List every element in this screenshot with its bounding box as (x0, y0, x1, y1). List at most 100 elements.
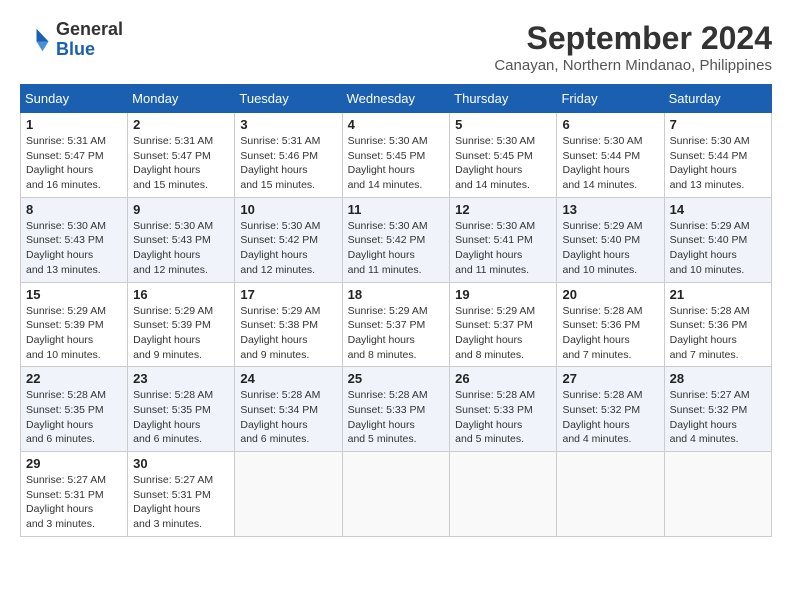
day-number: 19 (455, 287, 551, 302)
weekday-header-row: SundayMondayTuesdayWednesdayThursdayFrid… (21, 85, 772, 113)
day-number: 11 (348, 202, 445, 217)
day-number: 10 (240, 202, 336, 217)
calendar-cell: 15 Sunrise: 5:29 AMSunset: 5:39 PMDayligh… (21, 282, 128, 367)
day-number: 26 (455, 371, 551, 386)
day-info: Sunrise: 5:28 AMSunset: 5:33 PMDaylight … (348, 388, 445, 447)
day-number: 28 (670, 371, 766, 386)
day-info: Sunrise: 5:29 AMSunset: 5:37 PMDaylight … (455, 304, 551, 363)
day-info: Sunrise: 5:30 AMSunset: 5:42 PMDaylight … (348, 219, 445, 278)
day-number: 29 (26, 456, 122, 471)
day-number: 4 (348, 117, 445, 132)
calendar-cell: 9Sunrise: 5:30 AMSunset: 5:43 PMDaylight… (128, 197, 235, 282)
day-info: Sunrise: 5:28 AMSunset: 5:35 PMDaylight … (133, 388, 229, 447)
calendar-cell (235, 452, 342, 537)
day-number: 21 (670, 287, 766, 302)
day-number: 14 (670, 202, 766, 217)
calendar-cell: 22Sunrise: 5:28 AMSunset: 5:35 PMDayligh… (21, 367, 128, 452)
calendar-cell: 6 Sunrise: 5:30 AMSunset: 5:44 PMDaylight… (557, 113, 664, 198)
calendar-cell: 3 Sunrise: 5:31 AMSunset: 5:46 PMDaylight… (235, 113, 342, 198)
calendar-cell (342, 452, 450, 537)
day-info: Sunrise: 5:30 AMSunset: 5:45 PMDaylight … (348, 134, 445, 193)
day-number: 5 (455, 117, 551, 132)
day-number: 1 (26, 117, 122, 132)
weekday-header: Tuesday (235, 85, 342, 113)
calendar-cell: 25Sunrise: 5:28 AMSunset: 5:33 PMDayligh… (342, 367, 450, 452)
month-title: September 2024 (494, 20, 772, 57)
calendar-cell: 30 Sunrise: 5:27 AMSunset: 5:31 PMDayligh… (128, 452, 235, 537)
day-number: 30 (133, 456, 229, 471)
calendar-cell: 29 Sunrise: 5:27 AMSunset: 5:31 PMDayligh… (21, 452, 128, 537)
page-header: General Blue September 2024 Canayan, Nor… (20, 20, 772, 74)
day-number: 15 (26, 287, 122, 302)
weekday-header: Wednesday (342, 85, 450, 113)
day-number: 13 (562, 202, 658, 217)
day-info: Sunrise: 5:30 AMSunset: 5:44 PMDaylight … (562, 134, 658, 193)
day-number: 27 (562, 371, 658, 386)
day-info: Sunrise: 5:29 AMSunset: 5:39 PMDaylight … (26, 304, 122, 363)
calendar-table: SundayMondayTuesdayWednesdayThursdayFrid… (20, 84, 772, 537)
day-info: Sunrise: 5:28 AMSunset: 5:35 PMDaylight … (26, 388, 122, 447)
day-number: 17 (240, 287, 336, 302)
day-info: Sunrise: 5:28 AMSunset: 5:33 PMDaylight … (455, 388, 551, 447)
calendar-cell (664, 452, 771, 537)
day-info: Sunrise: 5:28 AMSunset: 5:36 PMDaylight … (562, 304, 658, 363)
calendar-week-row: 29 Sunrise: 5:27 AMSunset: 5:31 PMDayligh… (21, 452, 772, 537)
calendar-cell: 24 Sunrise: 5:28 AMSunset: 5:34 PMDayligh… (235, 367, 342, 452)
weekday-header: Saturday (664, 85, 771, 113)
calendar-cell: 17 Sunrise: 5:29 AMSunset: 5:38 PMDayligh… (235, 282, 342, 367)
day-number: 6 (562, 117, 658, 132)
day-info: Sunrise: 5:27 AMSunset: 5:32 PMDaylight … (670, 388, 766, 447)
day-info: Sunrise: 5:30 AMSunset: 5:42 PMDaylight … (240, 219, 336, 278)
calendar-cell (557, 452, 664, 537)
calendar-week-row: 1 Sunrise: 5:31 AMSunset: 5:47 PMDaylight… (21, 113, 772, 198)
logo-icon (20, 25, 50, 55)
day-info: Sunrise: 5:27 AMSunset: 5:31 PMDaylight … (133, 473, 229, 532)
day-info: Sunrise: 5:30 AMSunset: 5:41 PMDaylight … (455, 219, 551, 278)
day-info: Sunrise: 5:31 AMSunset: 5:46 PMDaylight … (240, 134, 336, 193)
calendar-cell: 21 Sunrise: 5:28 AMSunset: 5:36 PMDayligh… (664, 282, 771, 367)
calendar-cell: 2 Sunrise: 5:31 AMSunset: 5:47 PMDaylight… (128, 113, 235, 198)
calendar-cell: 5 Sunrise: 5:30 AMSunset: 5:45 PMDaylight… (450, 113, 557, 198)
calendar-cell: 23 Sunrise: 5:28 AMSunset: 5:35 PMDayligh… (128, 367, 235, 452)
calendar-cell: 19 Sunrise: 5:29 AMSunset: 5:37 PMDayligh… (450, 282, 557, 367)
day-number: 18 (348, 287, 445, 302)
calendar-cell: 20 Sunrise: 5:28 AMSunset: 5:36 PMDayligh… (557, 282, 664, 367)
logo-line1: General (56, 20, 123, 40)
day-info: Sunrise: 5:31 AMSunset: 5:47 PMDaylight … (26, 134, 122, 193)
day-number: 24 (240, 371, 336, 386)
title-area: September 2024 Canayan, Northern Mindana… (494, 20, 772, 74)
day-info: Sunrise: 5:29 AMSunset: 5:37 PMDaylight … (348, 304, 445, 363)
day-info: Sunrise: 5:30 AMSunset: 5:43 PMDaylight … (26, 219, 122, 278)
day-number: 3 (240, 117, 336, 132)
calendar-cell (450, 452, 557, 537)
day-number: 8 (26, 202, 122, 217)
day-info: Sunrise: 5:29 AMSunset: 5:40 PMDaylight … (562, 219, 658, 278)
day-number: 2 (133, 117, 229, 132)
calendar-cell: 11 Sunrise: 5:30 AMSunset: 5:42 PMDayligh… (342, 197, 450, 282)
calendar-cell: 7 Sunrise: 5:30 AMSunset: 5:44 PMDaylight… (664, 113, 771, 198)
day-info: Sunrise: 5:30 AMSunset: 5:45 PMDaylight … (455, 134, 551, 193)
day-info: Sunrise: 5:31 AMSunset: 5:47 PMDaylight … (133, 134, 229, 193)
calendar-cell: 26 Sunrise: 5:28 AMSunset: 5:33 PMDayligh… (450, 367, 557, 452)
day-info: Sunrise: 5:30 AMSunset: 5:44 PMDaylight … (670, 134, 766, 193)
day-info: Sunrise: 5:27 AMSunset: 5:31 PMDaylight … (26, 473, 122, 532)
day-number: 7 (670, 117, 766, 132)
weekday-header: Sunday (21, 85, 128, 113)
day-number: 20 (562, 287, 658, 302)
day-number: 23 (133, 371, 229, 386)
day-info: Sunrise: 5:28 AMSunset: 5:36 PMDaylight … (670, 304, 766, 363)
calendar-week-row: 22Sunrise: 5:28 AMSunset: 5:35 PMDayligh… (21, 367, 772, 452)
calendar-cell: 14Sunrise: 5:29 AMSunset: 5:40 PMDayligh… (664, 197, 771, 282)
calendar-cell: 18 Sunrise: 5:29 AMSunset: 5:37 PMDayligh… (342, 282, 450, 367)
weekday-header: Monday (128, 85, 235, 113)
calendar-cell: 27Sunrise: 5:28 AMSunset: 5:32 PMDayligh… (557, 367, 664, 452)
calendar-cell: 10 Sunrise: 5:30 AMSunset: 5:42 PMDayligh… (235, 197, 342, 282)
day-info: Sunrise: 5:28 AMSunset: 5:34 PMDaylight … (240, 388, 336, 447)
day-info: Sunrise: 5:30 AMSunset: 5:43 PMDaylight … (133, 219, 229, 278)
calendar-cell: 4 Sunrise: 5:30 AMSunset: 5:45 PMDaylight… (342, 113, 450, 198)
logo-line2: Blue (56, 40, 123, 60)
calendar-week-row: 15 Sunrise: 5:29 AMSunset: 5:39 PMDayligh… (21, 282, 772, 367)
logo: General Blue (20, 20, 123, 60)
calendar-week-row: 8 Sunrise: 5:30 AMSunset: 5:43 PMDaylight… (21, 197, 772, 282)
day-info: Sunrise: 5:29 AMSunset: 5:38 PMDaylight … (240, 304, 336, 363)
